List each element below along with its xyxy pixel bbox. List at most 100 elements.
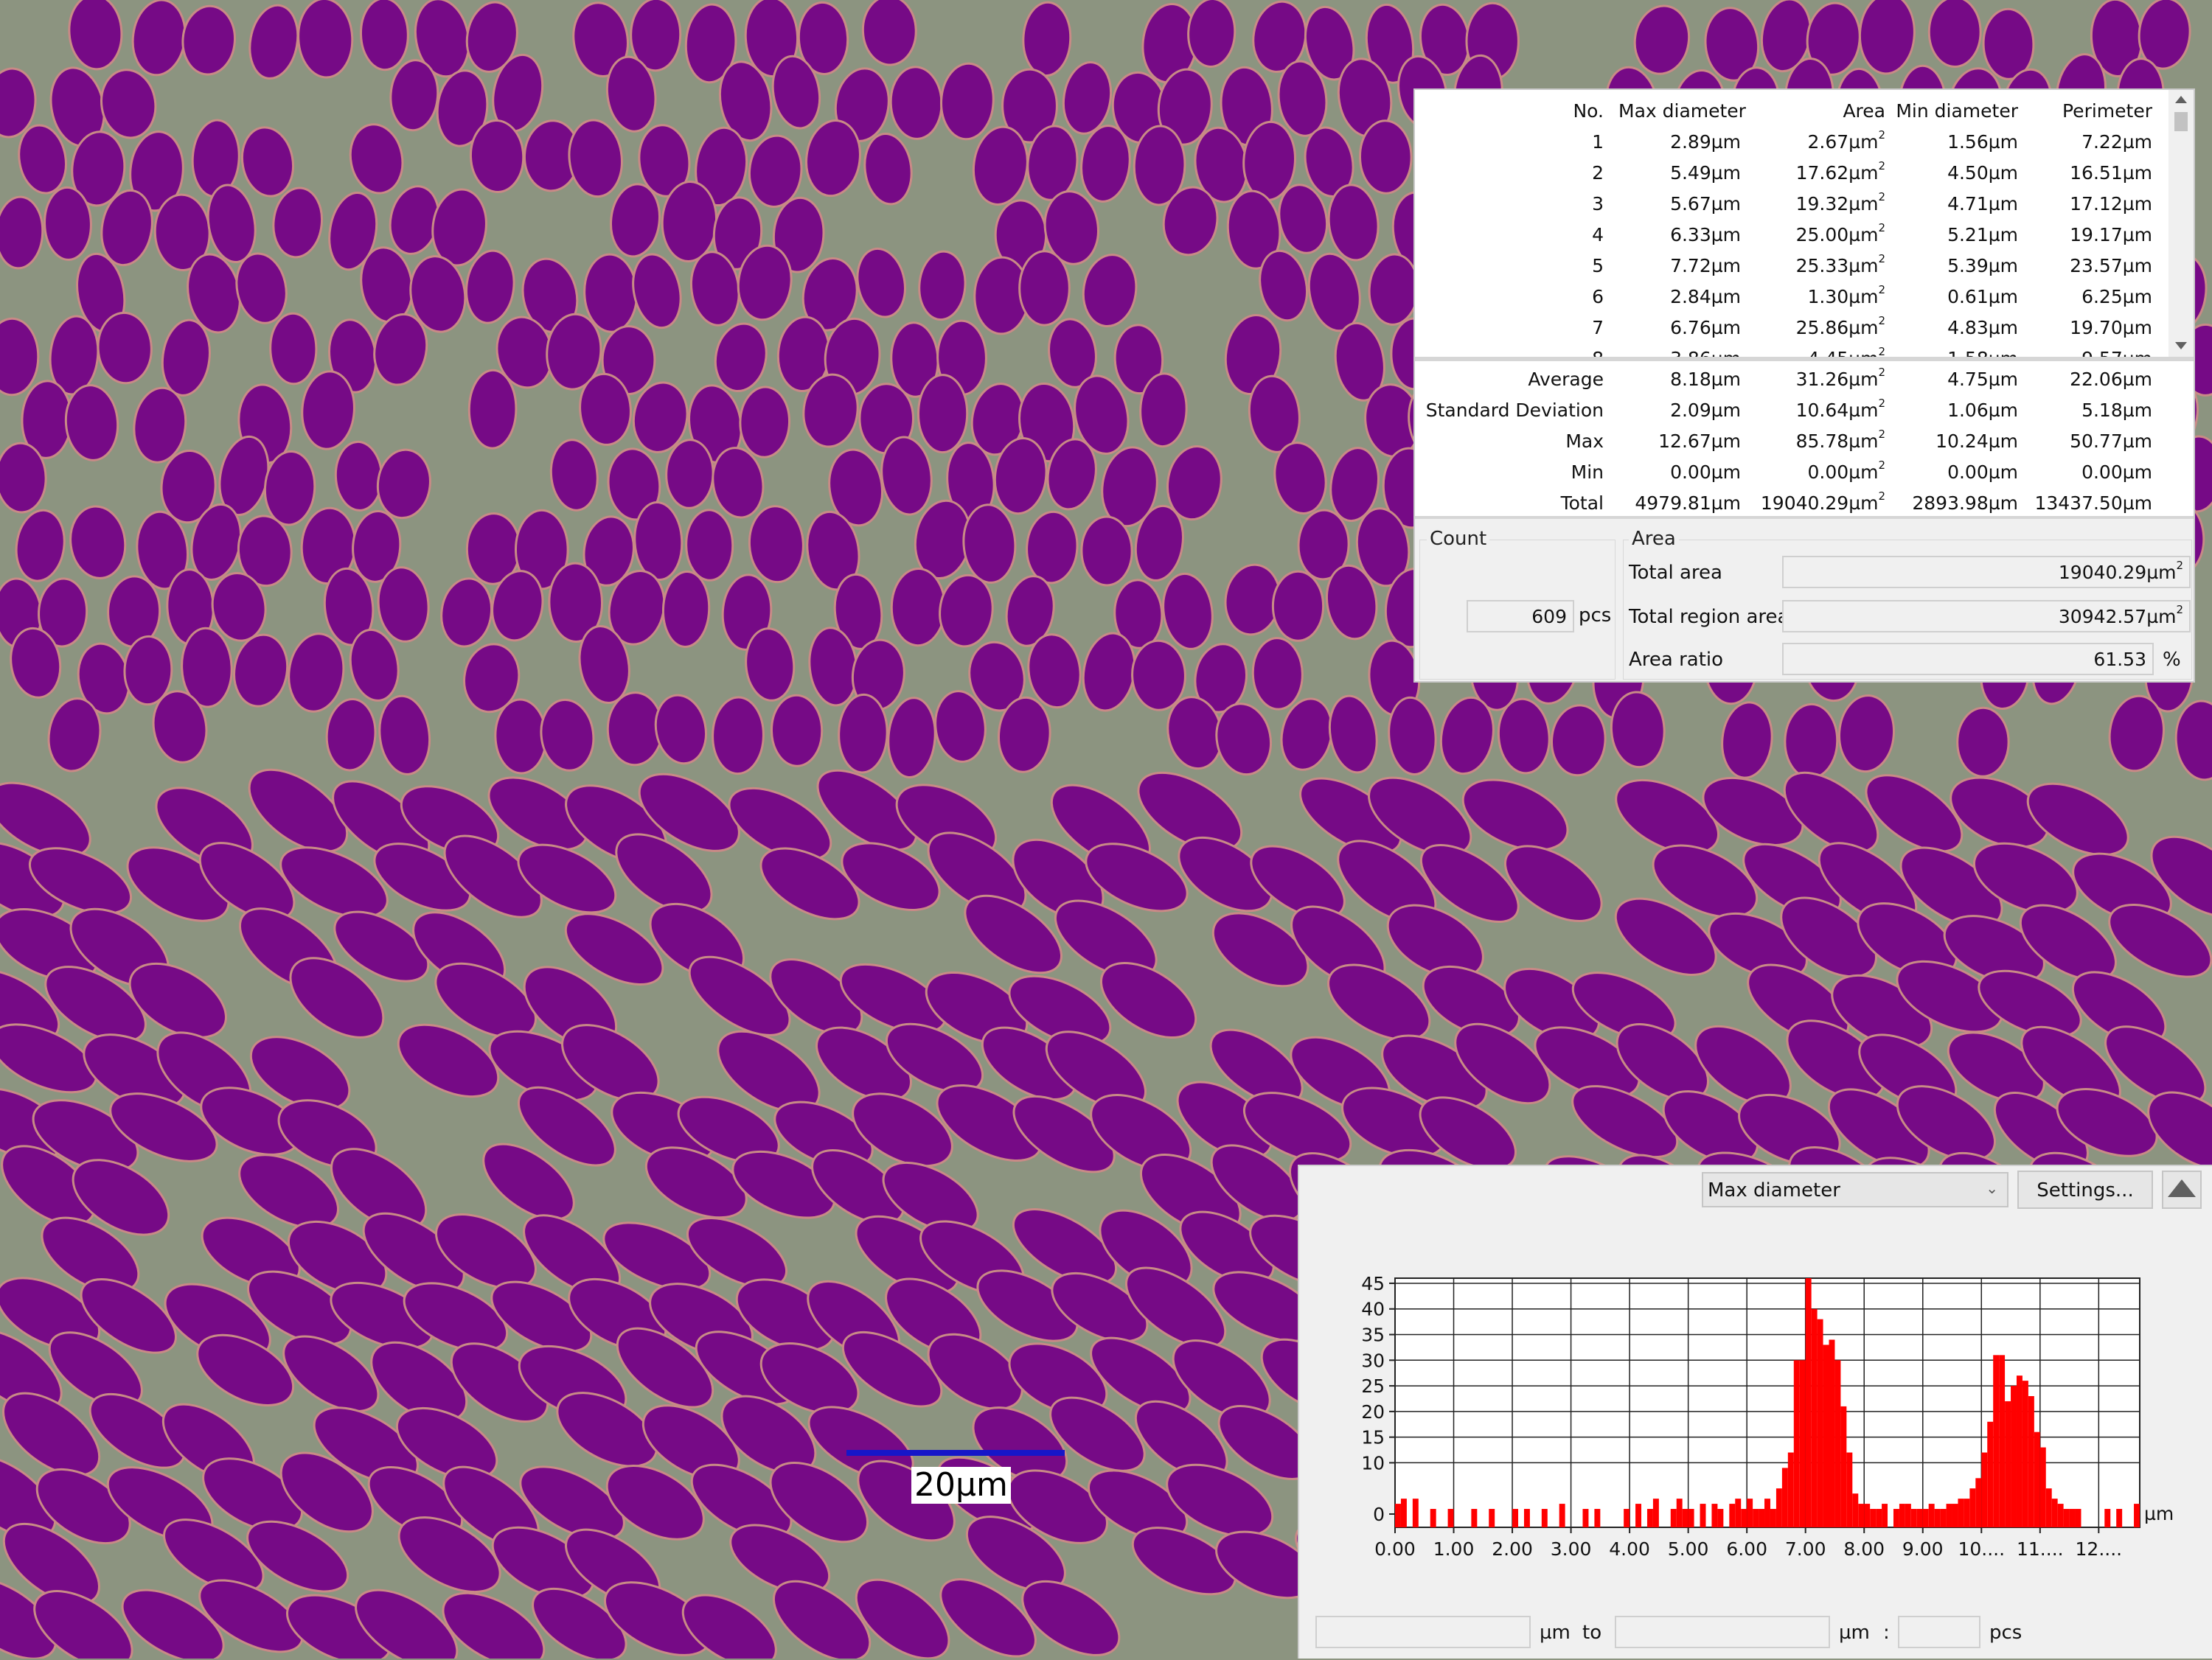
stats-row-cell-text: 2893.98µm bbox=[1912, 492, 2018, 514]
scroll-thumb[interactable] bbox=[2174, 112, 2188, 131]
range-min-input[interactable] bbox=[1315, 1616, 1531, 1648]
table-row-cell-text: 5.21µm bbox=[1947, 224, 2018, 245]
cell-region bbox=[44, 186, 92, 261]
scroll-up-icon[interactable] bbox=[2175, 96, 2187, 103]
y-tick-label: 10 bbox=[1361, 1452, 1385, 1474]
count-group-label: Count bbox=[1427, 528, 1490, 550]
histogram-bar bbox=[2005, 1401, 2011, 1527]
column-header[interactable]: Area bbox=[1748, 100, 1885, 122]
table-row[interactable]: 6 2.84µm 1.30µm2 0.61µm 6.25µm bbox=[1415, 282, 2167, 313]
table-row[interactable]: 5 7.72µm 25.33µm2 5.39µm 23.57µm bbox=[1415, 251, 2167, 282]
histogram-bar bbox=[1652, 1499, 1659, 1527]
range-max-input[interactable] bbox=[1615, 1616, 1830, 1648]
histogram-bar bbox=[2104, 1509, 2111, 1527]
table-row[interactable]: 4 6.33µm 25.00µm2 5.21µm 19.17µm bbox=[1415, 220, 2167, 251]
y-tick-label: 40 bbox=[1361, 1299, 1385, 1320]
histogram-bar bbox=[1781, 1468, 1788, 1527]
histogram-bar bbox=[1916, 1509, 1923, 1527]
area-superscript: 2 bbox=[1878, 397, 1885, 410]
histogram-bar bbox=[1711, 1504, 1718, 1527]
table-row[interactable]: 8 3.86µm 4.45µm2 1.58µm 9.57µm bbox=[1415, 343, 2167, 357]
table-row-cell: 7.22µm bbox=[2025, 131, 2152, 153]
settings-button[interactable]: Settings... bbox=[2017, 1171, 2153, 1209]
table-row-cell-text: 5.39µm bbox=[1947, 255, 2018, 276]
stats-row-cell-text: 4979.81µm bbox=[1635, 492, 1741, 514]
histogram-bar bbox=[2016, 1375, 2023, 1527]
table-row-cell-text: 4.83µm bbox=[1947, 317, 2018, 338]
table-row-cell: 7 bbox=[1415, 317, 1604, 338]
table-row-cell: 19.70µm bbox=[2025, 317, 2152, 338]
histogram-bar bbox=[2034, 1431, 2040, 1527]
histogram-panel: Max diameter ⌄ Settings... 0.00 1.00 2.00 3… bbox=[1298, 1165, 2212, 1659]
scroll-down-icon[interactable] bbox=[2175, 342, 2187, 349]
table-row-cell-text: 17.62µm bbox=[1795, 162, 1879, 184]
cell-region bbox=[1080, 515, 1133, 587]
histogram-bar bbox=[1910, 1509, 1917, 1527]
histogram-bar bbox=[2075, 1509, 2081, 1527]
stats-row-cell-text: 13437.50µm bbox=[2034, 492, 2152, 514]
stats-row: Max 12.67µm 85.78µm2 10.24µm 50.77µm bbox=[1415, 426, 2167, 457]
y-tick-label: 15 bbox=[1361, 1427, 1385, 1448]
column-header[interactable]: No. bbox=[1415, 100, 1604, 122]
table-row-cell: 8 bbox=[1415, 348, 1604, 357]
x-tick-label: 5.00 bbox=[1668, 1538, 1709, 1560]
histogram-bar bbox=[1635, 1504, 1642, 1527]
x-tick-label: 7.00 bbox=[1785, 1538, 1826, 1560]
histogram-bar bbox=[1729, 1504, 1736, 1527]
stats-row-cell: Average bbox=[1415, 369, 1604, 390]
column-header[interactable]: Max diameter bbox=[1618, 100, 1746, 122]
cell-region bbox=[1358, 119, 1413, 195]
histogram-bar bbox=[1688, 1509, 1694, 1527]
area-superscript: 2 bbox=[1878, 314, 1885, 327]
cell-region bbox=[917, 374, 969, 454]
x-tick-label: 9.00 bbox=[1902, 1538, 1944, 1560]
x-tick-label: 3.00 bbox=[1551, 1538, 1592, 1560]
metric-dropdown[interactable]: Max diameter ⌄ bbox=[1702, 1172, 2008, 1207]
stats-row-cell-text: 0.00µm bbox=[1807, 461, 1879, 483]
table-row-cell-text: 3.86µm bbox=[1670, 348, 1741, 357]
table-row-cell: 23.57µm bbox=[2025, 255, 2152, 276]
column-header[interactable]: Perimeter bbox=[2025, 100, 2152, 122]
table-row-cell: 5.67µm bbox=[1618, 193, 1741, 215]
cell-region bbox=[1784, 702, 1839, 779]
stats-row-cell-text: 0.00µm bbox=[2081, 461, 2152, 483]
results-table[interactable]: No. Max diameter Area Min diameter Perimeter… bbox=[1415, 90, 2194, 357]
stats-row-cell: 19040.29µm2 bbox=[1748, 489, 1885, 514]
stats-row-cell: 0.00µm bbox=[2025, 461, 2152, 483]
histogram-bar bbox=[1993, 1355, 2000, 1527]
table-row[interactable]: 3 5.67µm 19.32µm2 4.71µm 17.12µm bbox=[1415, 189, 2167, 220]
table-row[interactable]: 2 5.49µm 17.62µm2 4.50µm 16.51µm bbox=[1415, 158, 2167, 189]
histogram-bar bbox=[1829, 1339, 1835, 1527]
stats-row-cell-text: 4.75µm bbox=[1947, 369, 2018, 390]
results-scrollbar[interactable] bbox=[2168, 90, 2194, 357]
histogram-bar bbox=[1541, 1509, 1548, 1527]
table-row-cell: 5.39µm bbox=[1893, 255, 2018, 276]
collapse-button[interactable] bbox=[2162, 1171, 2202, 1209]
table-row-cell: 25.86µm2 bbox=[1748, 314, 1885, 338]
histogram-bar bbox=[1946, 1504, 1952, 1527]
table-row-cell: 2.67µm2 bbox=[1748, 128, 1885, 153]
stats-row-cell-text: 50.77µm bbox=[2070, 430, 2152, 452]
histogram-bar bbox=[1471, 1509, 1478, 1527]
histogram-bar bbox=[1952, 1504, 1958, 1527]
table-row[interactable]: 7 6.76µm 25.86µm2 4.83µm 19.70µm bbox=[1415, 313, 2167, 343]
table-row[interactable]: 1 2.89µm 2.67µm2 1.56µm 7.22µm bbox=[1415, 127, 2167, 158]
table-row-cell: 1.58µm bbox=[1893, 348, 2018, 357]
histogram-bar bbox=[1893, 1509, 1899, 1527]
stats-row-cell-text: 0.00µm bbox=[1670, 461, 1741, 483]
column-header[interactable]: Min diameter bbox=[1893, 100, 2018, 122]
cell-region bbox=[1131, 639, 1186, 711]
cell-region bbox=[494, 698, 548, 775]
x-unit-label: µm bbox=[2144, 1503, 2174, 1524]
table-row-cell: 4.71µm bbox=[1893, 193, 2018, 215]
table-row-cell: 4.83µm bbox=[1893, 317, 2018, 338]
cell-region bbox=[770, 694, 824, 767]
table-row-cell-text: 2.67µm bbox=[1807, 131, 1879, 153]
histogram-bar bbox=[1700, 1504, 1706, 1527]
table-row-cell-text: 19.17µm bbox=[2070, 224, 2152, 245]
histogram-bar bbox=[1582, 1509, 1589, 1527]
stats-row-cell-text: 85.78µm bbox=[1795, 430, 1879, 452]
cell-region bbox=[712, 696, 765, 775]
histogram-bar bbox=[2022, 1381, 2028, 1527]
count-value-field: 609 bbox=[1467, 600, 1574, 632]
